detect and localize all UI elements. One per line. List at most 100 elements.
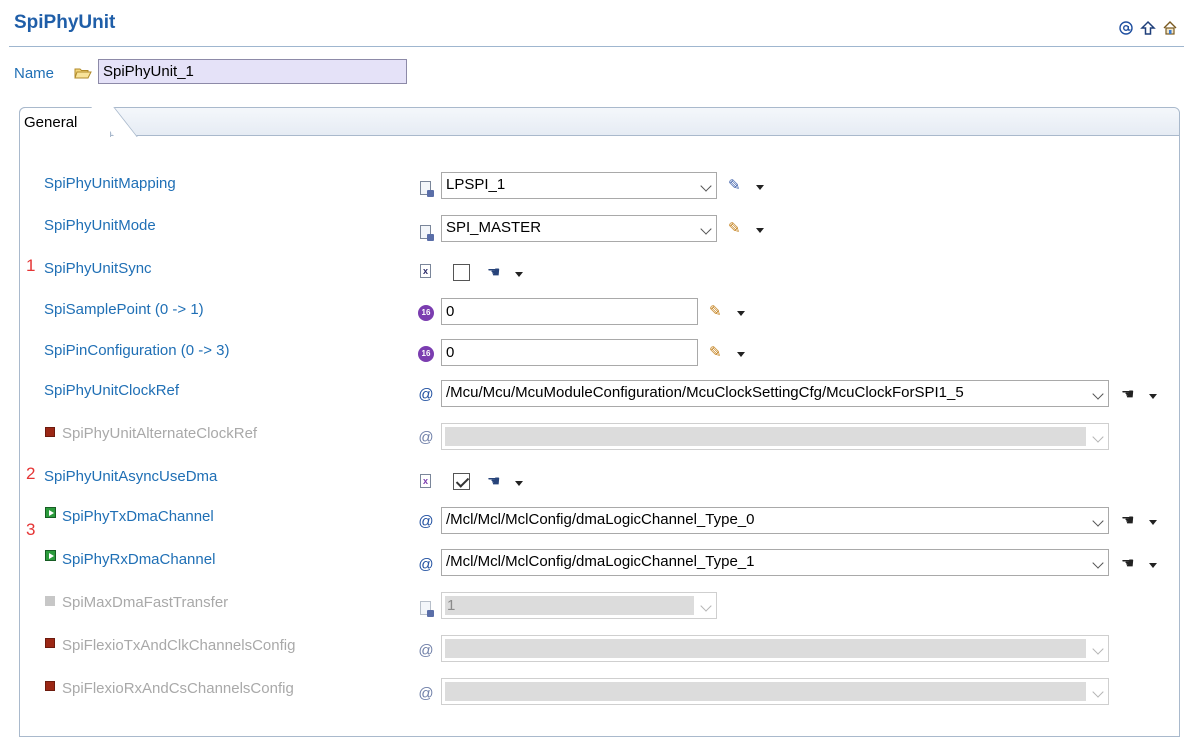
hand-icon: ☚ xyxy=(487,264,501,281)
chevron-down-icon xyxy=(700,180,712,192)
spiphyunitclockref-value: /Mcu/Mcu/McuModuleConfiguration/McuClock… xyxy=(446,384,964,401)
caret-down-icon xyxy=(756,228,764,233)
caret-down-icon xyxy=(1149,520,1157,525)
tab-strip xyxy=(20,108,1179,136)
chevron-down-icon xyxy=(1092,388,1104,400)
spiphyunitmode-combo[interactable]: SPI_MASTER xyxy=(441,215,717,242)
spiphyrxdmachannel-value: /Mcl/Mcl/MclConfig/dmaLogicChannel_Type_… xyxy=(446,553,755,570)
name-input[interactable] xyxy=(98,59,407,84)
at-sign-icon[interactable] xyxy=(1118,20,1134,36)
spiflexiorxandcschannelsconfig-combo xyxy=(441,678,1109,705)
edit-dropdown[interactable]: ✎ xyxy=(728,220,764,237)
label-spiphyunitmapping: SpiPhyUnitMapping xyxy=(44,175,176,192)
label-spiflexiotxandclkchannelsconfig: SpiFlexioTxAndClkChannelsConfig xyxy=(62,637,296,654)
home-icon[interactable] xyxy=(1162,20,1178,36)
caret-down-icon xyxy=(737,311,745,316)
integer-list-icon xyxy=(420,601,434,617)
caret-down-icon xyxy=(515,481,523,486)
reference-icon: @ xyxy=(418,556,434,573)
chevron-down-icon xyxy=(1092,557,1104,569)
hand-dropdown[interactable]: ☚ xyxy=(487,473,523,490)
disabled-bullet-icon xyxy=(45,638,55,648)
chevron-down-icon xyxy=(1092,643,1104,655)
tab-general[interactable]: General xyxy=(19,107,111,137)
pencil-icon: ✎ xyxy=(728,220,741,237)
boolean-icon: x xyxy=(420,474,431,488)
label-spipinconfiguration: SpiPinConfiguration (0 -> 3) xyxy=(44,342,230,359)
label-spiphyrxdmachannel: SpiPhyRxDmaChannel xyxy=(62,551,216,568)
hand-icon: ☚ xyxy=(487,473,501,490)
header-divider xyxy=(9,46,1184,47)
annotation-marker: 2 xyxy=(26,464,36,483)
caret-down-icon xyxy=(515,272,523,277)
caret-down-icon xyxy=(756,185,764,190)
spisamplepoint-input[interactable] xyxy=(441,298,698,325)
enabled-bullet-icon xyxy=(45,507,56,518)
hand-dropdown[interactable]: ☚ xyxy=(1121,512,1157,529)
pencil-icon: ✎ xyxy=(709,303,722,320)
up-arrow-icon[interactable] xyxy=(1140,20,1156,36)
label-spimaxdmafasttransfer: SpiMaxDmaFastTransfer xyxy=(62,594,229,611)
reference-icon: @ xyxy=(418,642,434,659)
label-spiphytxdmachannel: SpiPhyTxDmaChannel xyxy=(62,508,214,525)
edit-dropdown[interactable]: ✎ xyxy=(709,303,745,320)
enabled-bullet-icon xyxy=(45,550,56,561)
spiflexiorxandcschannelsconfig-value xyxy=(445,682,1086,701)
reference-icon: @ xyxy=(418,386,434,403)
page-title: SpiPhyUnit xyxy=(14,12,116,33)
label-spiphyunitasyncusedma: SpiPhyUnitAsyncUseDma xyxy=(44,468,218,485)
label-spiphyunitclockref: SpiPhyUnitClockRef xyxy=(44,382,180,399)
spiphyunitmode-value: SPI_MASTER xyxy=(446,219,542,236)
chevron-down-icon xyxy=(700,600,712,612)
spiphyrxdmachannel-combo[interactable]: /Mcl/Mcl/MclConfig/dmaLogicChannel_Type_… xyxy=(441,549,1109,576)
hand-dropdown[interactable]: ☚ xyxy=(487,264,523,281)
enum-icon xyxy=(420,225,434,241)
label-spiphyunitmode: SpiPhyUnitMode xyxy=(44,217,156,234)
chevron-down-icon xyxy=(1092,515,1104,527)
spiphyunitalternateclockref-value xyxy=(445,427,1086,446)
chevron-down-icon xyxy=(1092,431,1104,443)
spiphyunitclockref-combo[interactable]: /Mcu/Mcu/McuModuleConfiguration/McuClock… xyxy=(441,380,1109,407)
folder-icon xyxy=(74,66,92,80)
spimaxdmafasttransfer-combo: 1 xyxy=(441,592,717,619)
integer-icon: 16 xyxy=(418,346,434,362)
enum-icon xyxy=(420,181,434,197)
spiphyunitmapping-value: LPSPI_1 xyxy=(446,176,506,193)
boolean-icon: x xyxy=(420,264,431,278)
calc-dropdown[interactable]: ✎ xyxy=(728,177,764,194)
annotation-marker: 3 xyxy=(26,520,36,539)
spiphytxdmachannel-combo[interactable]: /Mcl/Mcl/MclConfig/dmaLogicChannel_Type_… xyxy=(441,507,1109,534)
caret-down-icon xyxy=(1149,394,1157,399)
calculator-pencil-icon: ✎ xyxy=(728,177,741,194)
hand-icon: ☚ xyxy=(1121,555,1135,572)
label-spiphyunitsync: SpiPhyUnitSync xyxy=(44,260,152,277)
chevron-down-icon xyxy=(1092,686,1104,698)
hand-icon: ☚ xyxy=(1121,512,1135,529)
spiflexiotxandclkchannelsconfig-value xyxy=(445,639,1086,658)
annotation-marker: 1 xyxy=(26,256,36,275)
pencil-icon: ✎ xyxy=(709,344,722,361)
integer-icon: 16 xyxy=(418,305,434,321)
disabled-bullet-icon xyxy=(45,427,55,437)
spiphyunitmapping-combo[interactable]: LPSPI_1 xyxy=(441,172,717,199)
caret-down-icon xyxy=(737,352,745,357)
reference-icon: @ xyxy=(418,685,434,702)
spiflexiotxandclkchannelsconfig-combo xyxy=(441,635,1109,662)
caret-down-icon xyxy=(1149,563,1157,568)
hand-icon: ☚ xyxy=(1121,386,1135,403)
hand-dropdown[interactable]: ☚ xyxy=(1121,386,1157,403)
spimaxdmafasttransfer-value: 1 xyxy=(445,596,694,615)
spipinconfiguration-input[interactable] xyxy=(441,339,698,366)
reference-icon: @ xyxy=(418,429,434,446)
label-spiphyunitalternateclockref: SpiPhyUnitAlternateClockRef xyxy=(62,425,258,442)
hand-dropdown[interactable]: ☚ xyxy=(1121,555,1157,572)
spiphyunitsync-checkbox[interactable] xyxy=(453,264,470,281)
header-toolbar xyxy=(1118,20,1178,36)
spiphyunitalternateclockref-combo xyxy=(441,423,1109,450)
spiphytxdmachannel-value: /Mcl/Mcl/MclConfig/dmaLogicChannel_Type_… xyxy=(446,511,755,528)
name-label: Name xyxy=(14,65,55,82)
label-spisamplepoint: SpiSamplePoint (0 -> 1) xyxy=(44,301,204,318)
reference-icon: @ xyxy=(418,513,434,530)
edit-dropdown[interactable]: ✎ xyxy=(709,344,745,361)
spiphyunitasyncusedma-checkbox[interactable] xyxy=(453,473,470,490)
